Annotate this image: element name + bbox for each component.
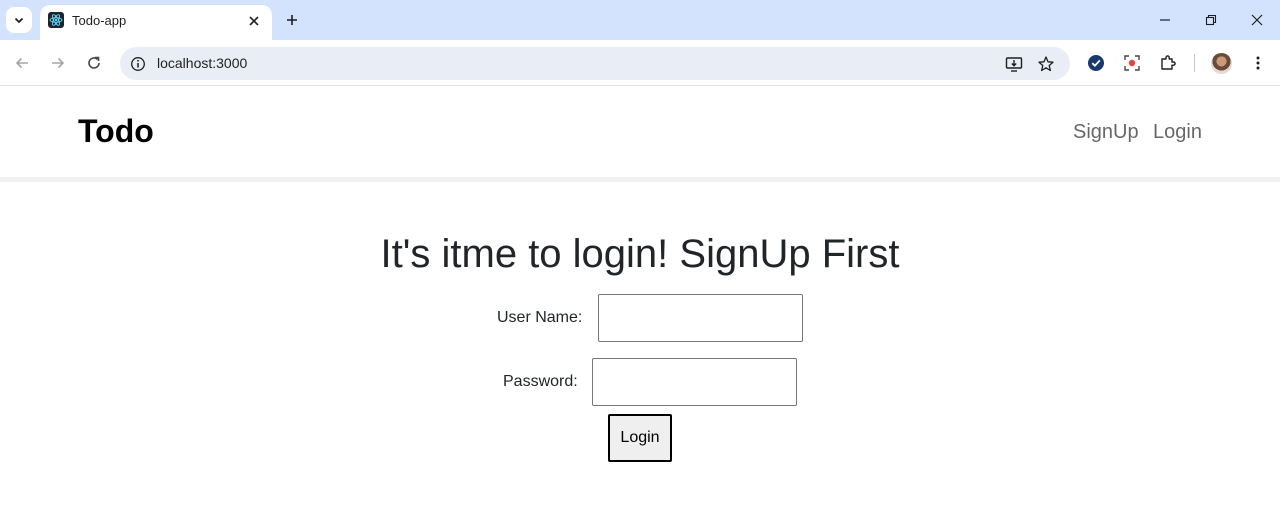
browser-toolbar: localhost:3000 bbox=[0, 40, 1280, 86]
minimize-button[interactable] bbox=[1150, 5, 1180, 35]
login-button[interactable]: Login bbox=[608, 414, 672, 462]
back-button[interactable] bbox=[7, 48, 37, 78]
install-app-icon bbox=[1005, 57, 1023, 72]
browser-tab-active[interactable]: Todo-app bbox=[40, 5, 272, 40]
arrow-right-icon bbox=[52, 57, 65, 69]
extension-check-button[interactable] bbox=[1081, 48, 1111, 78]
toolbar-separator bbox=[1194, 54, 1195, 72]
tab-search-button[interactable] bbox=[6, 7, 32, 33]
address-url: localhost:3000 bbox=[157, 55, 248, 71]
star-icon bbox=[1038, 56, 1054, 72]
password-input[interactable] bbox=[592, 358, 797, 406]
new-tab-button[interactable] bbox=[280, 8, 304, 32]
install-app-button[interactable] bbox=[1002, 52, 1026, 76]
close-icon bbox=[249, 16, 259, 26]
brand-logo[interactable]: Todo bbox=[78, 113, 154, 150]
navbar-divider bbox=[0, 177, 1280, 182]
bookmark-button[interactable] bbox=[1034, 52, 1058, 76]
extensions-button[interactable] bbox=[1153, 48, 1183, 78]
react-logo-icon bbox=[48, 12, 64, 28]
minimize-icon bbox=[1160, 19, 1170, 21]
password-label: Password: bbox=[503, 373, 578, 390]
more-vertical-icon bbox=[1256, 56, 1260, 70]
reload-icon bbox=[88, 56, 100, 69]
reload-button[interactable] bbox=[79, 48, 109, 78]
page-content: Todo SignUp Login It's itme to login! Si… bbox=[0, 87, 1280, 525]
browser-tabstrip: Todo-app bbox=[0, 0, 1280, 40]
plus-icon bbox=[287, 15, 297, 25]
app-navbar: Todo SignUp Login bbox=[0, 87, 1280, 177]
nav-link-login[interactable]: Login bbox=[1153, 121, 1202, 144]
restore-button[interactable] bbox=[1196, 5, 1226, 35]
username-label: User Name: bbox=[497, 309, 583, 326]
restore-icon bbox=[1205, 14, 1217, 26]
profile-avatar[interactable] bbox=[1211, 53, 1232, 74]
nav-link-signup[interactable]: SignUp bbox=[1073, 121, 1139, 144]
browser-menu-button[interactable] bbox=[1243, 48, 1273, 78]
tab-title: Todo-app bbox=[72, 13, 127, 28]
page-heading: It's itme to login! SignUp First bbox=[380, 232, 900, 276]
screen-capture-button[interactable] bbox=[1117, 48, 1147, 78]
check-circle-icon bbox=[1088, 55, 1104, 71]
forward-button[interactable] bbox=[43, 48, 73, 78]
chevron-down-icon bbox=[14, 17, 24, 24]
screen-capture-icon bbox=[1124, 55, 1140, 71]
username-input[interactable] bbox=[598, 294, 803, 342]
site-info-icon[interactable] bbox=[128, 54, 148, 74]
address-bar[interactable]: localhost:3000 bbox=[120, 47, 1070, 80]
close-icon bbox=[1251, 14, 1263, 26]
puzzle-icon bbox=[1161, 55, 1176, 70]
arrow-left-icon bbox=[15, 57, 28, 69]
close-window-button[interactable] bbox=[1242, 5, 1272, 35]
tab-close-button[interactable] bbox=[244, 11, 264, 31]
